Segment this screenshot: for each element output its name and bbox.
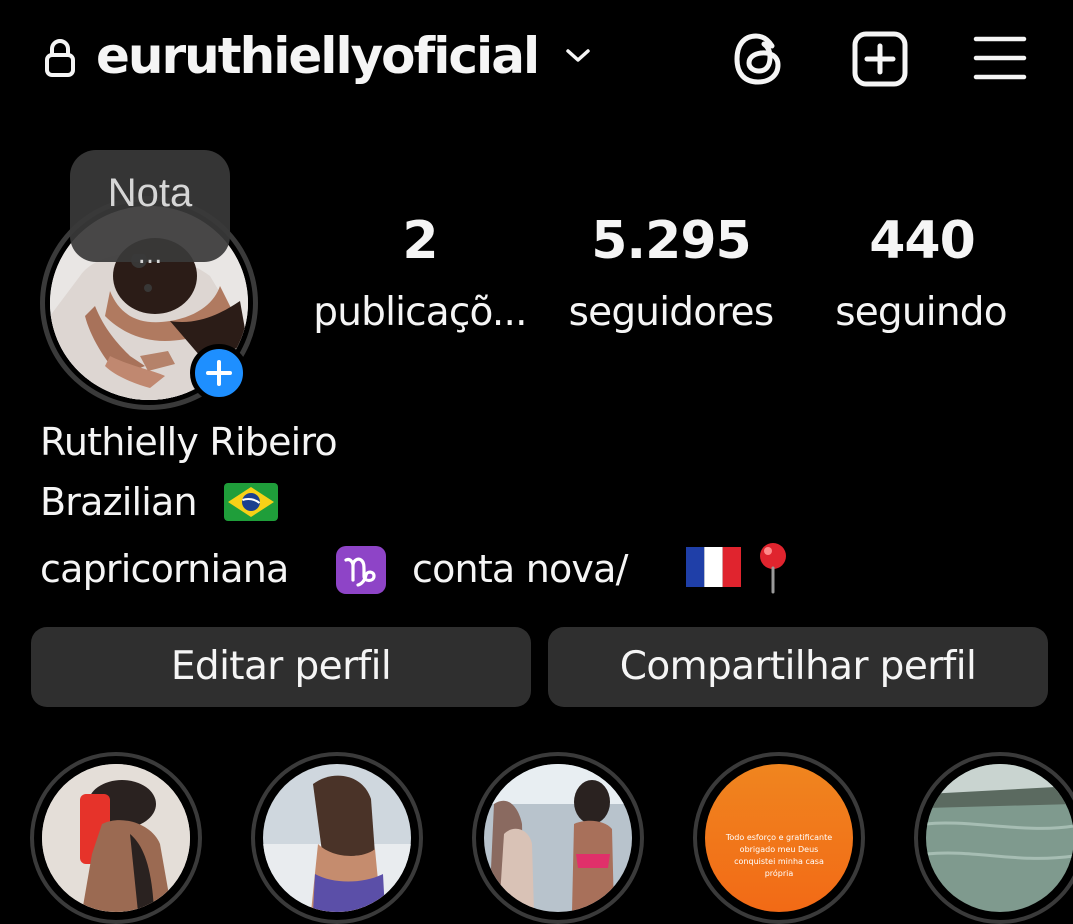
note-dots: ... <box>137 240 163 270</box>
highlight-4-text: Todo esforço e gratificante obrigado meu… <box>725 833 833 878</box>
profile-header: euruthiellyoficial <box>0 0 1073 118</box>
story-highlight-1[interactable] <box>30 752 202 924</box>
story-highlight-5[interactable] <box>914 752 1073 924</box>
note-label: Nota <box>107 171 193 215</box>
story-highlight-3[interactable] <box>472 752 644 924</box>
story-highlight-2[interactable] <box>251 752 423 924</box>
posts-count: 2 <box>402 211 438 271</box>
username[interactable]: euruthiellyoficial <box>96 24 540 88</box>
story-highlight-4[interactable]: Todo esforço e gratificante obrigado meu… <box>693 752 865 924</box>
capricorn-icon <box>336 546 386 594</box>
followers-label: seguidores <box>568 290 775 335</box>
highlight-1-thumb <box>42 764 190 912</box>
pushpin-icon <box>760 543 786 594</box>
bio-line-2: Brazilian <box>40 480 198 524</box>
brazil-flag-icon <box>224 483 278 521</box>
threads-icon[interactable] <box>731 30 787 88</box>
highlight-2-thumb <box>263 764 411 912</box>
bio-line-3b: conta nova/ <box>412 547 628 591</box>
highlight-4-thumb: Todo esforço e gratificante obrigado meu… <box>705 764 853 912</box>
share-profile-button[interactable]: Compartilhar perfil <box>548 627 1048 707</box>
menu-icon[interactable] <box>972 33 1028 83</box>
add-story-button[interactable] <box>190 344 248 402</box>
display-name: Ruthielly Ribeiro <box>40 420 338 464</box>
add-post-icon[interactable] <box>851 30 909 88</box>
edit-profile-button[interactable]: Editar perfil <box>31 627 531 707</box>
following-count: 440 <box>869 211 976 271</box>
following-label: seguindo <box>835 290 1007 335</box>
bio-line-3a: capricorniana <box>40 547 289 591</box>
highlight-5-thumb <box>926 764 1073 912</box>
france-flag-icon <box>686 547 741 587</box>
followers-count: 5.295 <box>591 211 751 271</box>
posts-label: publicaçõ... <box>313 290 527 335</box>
highlight-3-thumb <box>484 764 632 912</box>
plus-icon <box>206 360 232 386</box>
chevron-down-icon[interactable] <box>565 47 591 65</box>
lock-icon <box>45 39 75 77</box>
